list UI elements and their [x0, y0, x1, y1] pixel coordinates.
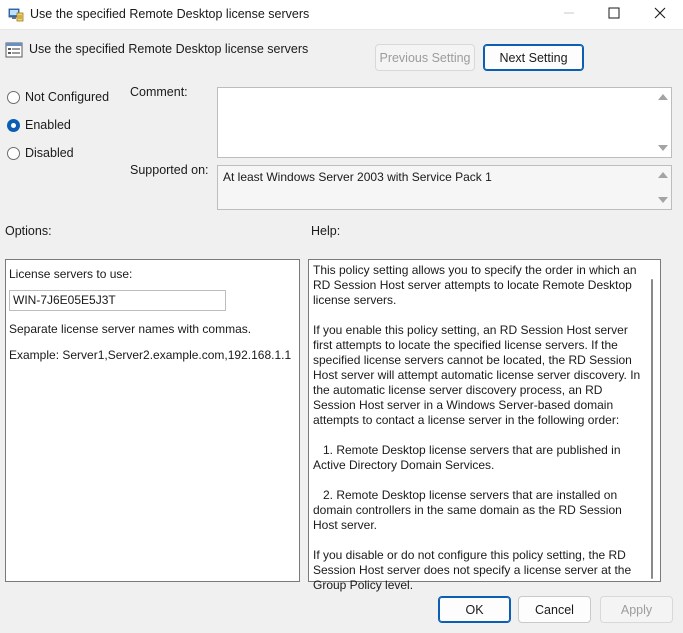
help-paragraph: 2. Remote Desktop license servers that a…	[313, 488, 622, 532]
window-title: Use the specified Remote Desktop license…	[30, 7, 310, 21]
radio-enabled-dot[interactable]	[7, 118, 20, 132]
apply-button[interactable]: Apply	[600, 596, 673, 623]
supported-on-value: At least Windows Server 2003 with Servic…	[223, 170, 492, 184]
radio-not-configured[interactable]: Not Configured	[7, 90, 109, 104]
comment-scrollbar[interactable]	[655, 88, 671, 157]
radio-enabled-label: Enabled	[25, 118, 71, 132]
radio-enabled[interactable]: Enabled	[7, 118, 71, 132]
cancel-button[interactable]: Cancel	[518, 596, 591, 623]
separator-note: Separate license server names with comma…	[9, 322, 252, 336]
help-panel: This policy setting allows you to specif…	[308, 259, 661, 592]
next-setting-button[interactable]: Next Setting	[483, 44, 584, 71]
license-servers-input[interactable]: WIN-7J6E05E5J3T	[9, 290, 226, 311]
ok-button[interactable]: OK	[438, 596, 511, 623]
options-heading: Options:	[5, 224, 52, 238]
help-paragraph: This policy setting allows you to specif…	[313, 263, 637, 307]
help-paragraph: If you disable or do not configure this …	[313, 548, 632, 592]
radio-disabled-dot[interactable]	[7, 146, 20, 160]
scroll-down-icon[interactable]	[658, 145, 668, 151]
comment-field[interactable]	[217, 87, 672, 158]
supported-on-field: At least Windows Server 2003 with Servic…	[217, 165, 672, 210]
radio-not-configured-dot[interactable]	[7, 90, 20, 104]
maximize-icon	[608, 7, 620, 22]
help-heading: Help:	[311, 224, 341, 238]
help-paragraph: 1. Remote Desktop license servers that a…	[313, 443, 621, 472]
help-paragraph: If you enable this policy setting, an RD…	[313, 323, 641, 427]
radio-disabled[interactable]: Disabled	[7, 146, 74, 160]
help-text: This policy setting allows you to specif…	[313, 263, 642, 608]
supported-on-label: Supported on:	[130, 163, 209, 177]
scroll-down-icon[interactable]	[658, 197, 668, 203]
setting-title: Use the specified Remote Desktop license…	[29, 42, 309, 56]
radio-disabled-label: Disabled	[25, 146, 74, 160]
scroll-up-icon[interactable]	[658, 94, 668, 100]
comment-label: Comment:	[130, 85, 188, 99]
help-scroll-thumb[interactable]	[651, 279, 653, 579]
previous-setting-button[interactable]: Previous Setting	[375, 44, 475, 71]
policy-window-icon	[8, 6, 24, 22]
license-servers-label: License servers to use:	[9, 267, 133, 281]
options-panel: License servers to use: WIN-7J6E05E5J3T …	[5, 259, 300, 582]
scroll-up-icon[interactable]	[658, 172, 668, 178]
maximize-button[interactable]	[591, 0, 637, 29]
close-icon	[654, 7, 666, 22]
minimize-button[interactable]	[546, 0, 592, 29]
close-button[interactable]	[637, 0, 683, 29]
radio-not-configured-label: Not Configured	[25, 90, 110, 104]
minimize-icon	[563, 7, 575, 22]
example-text: Example: Server1,Server2.example.com,192…	[9, 348, 292, 362]
supported-scrollbar[interactable]	[655, 166, 671, 209]
help-scrollbar[interactable]	[645, 261, 659, 580]
policy-setting-icon	[5, 41, 23, 59]
